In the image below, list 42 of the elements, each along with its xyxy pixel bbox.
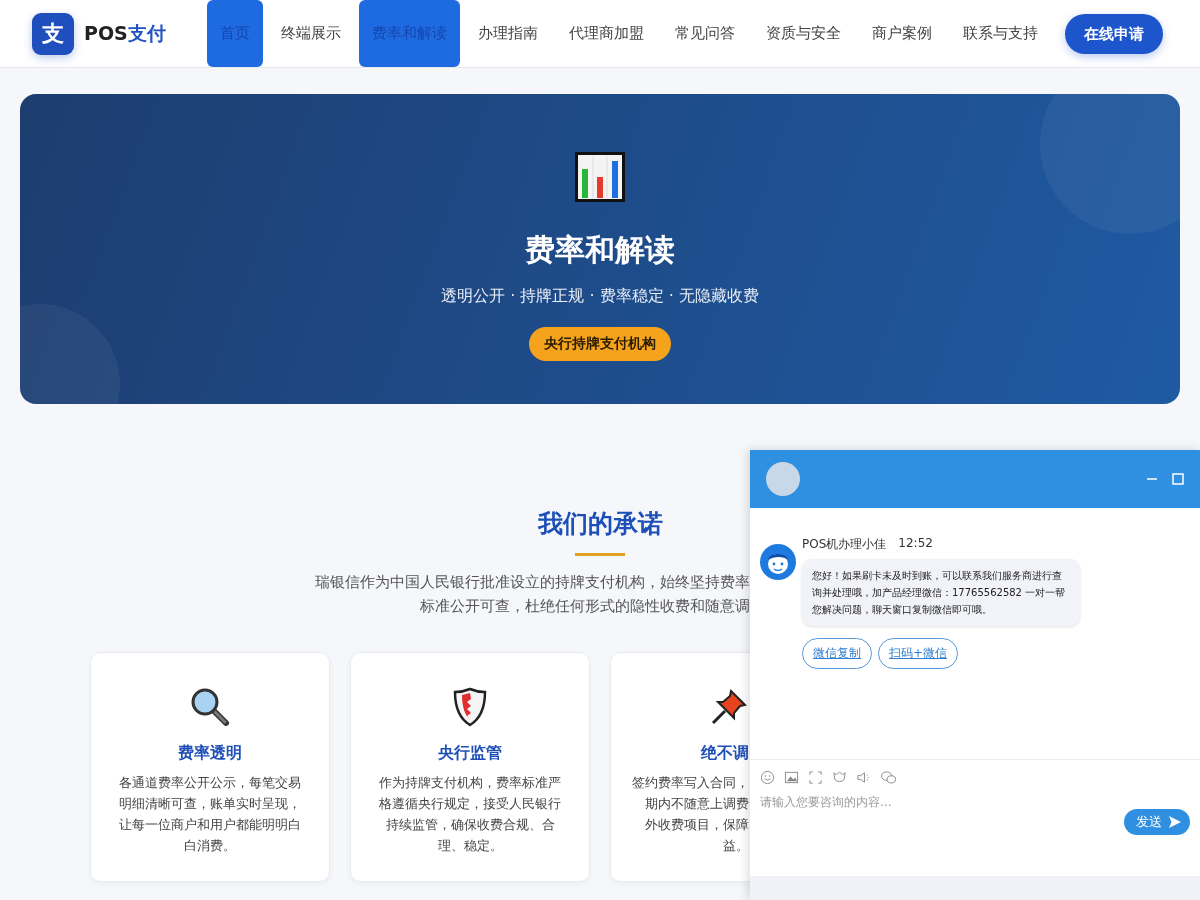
bar-chart-icon xyxy=(575,152,625,202)
magnifier-icon xyxy=(190,687,230,727)
nav-link[interactable]: 商户案例 xyxy=(859,0,945,67)
card-text: 签约费率写入合同， xyxy=(632,774,749,792)
apply-button[interactable]: 在线申请 xyxy=(1065,14,1163,54)
rating-icon[interactable] xyxy=(832,770,847,785)
image-icon[interactable] xyxy=(784,770,799,785)
screenshot-icon[interactable] xyxy=(808,770,823,785)
agent-avatar-icon xyxy=(760,544,796,580)
intro-text: 标准公开可查，杜绝任何形式的隐性收费和随意调 xyxy=(419,597,750,616)
license-badge: 央行持牌支付机构 xyxy=(529,327,671,361)
shield-icon xyxy=(453,687,487,727)
card-title: 绝不调 xyxy=(701,743,749,764)
nav-link[interactable]: 终端展示 xyxy=(268,0,354,67)
speaker-icon[interactable] xyxy=(856,770,871,785)
avatar-icon xyxy=(766,462,800,496)
card-text: 外收费项目，保障 xyxy=(645,816,749,834)
nav-link[interactable]: 办理指南 xyxy=(465,0,551,67)
card-text: 各通道费率公开公示，每笔交易明细清晰可查，账单实时呈现，让每一位商户和用户都能明明白白消费。 xyxy=(118,774,302,855)
card-title: 央行监管 xyxy=(438,743,502,764)
hero-title: 费率和解读 xyxy=(525,232,675,268)
emoji-icon[interactable] xyxy=(760,770,775,785)
pushpin-icon xyxy=(709,687,749,727)
hero-subtitle: 透明公开 · 持牌正规 · 费率稳定 · 无隐藏收费 xyxy=(441,286,759,307)
logo-text[interactable]: POS支付 xyxy=(84,20,166,47)
section-title: 我们的承诺 xyxy=(537,508,663,540)
intro-text: 瑞银信作为中国人民银行批准设立的持牌支付机构，始终坚持费率 xyxy=(314,573,750,592)
card-text: 期内不随意上调费 xyxy=(645,795,749,813)
card-text: 作为持牌支付机构，费率标准严格遵循央行规定，接受人民银行持续监管，确保收费合规、合理、稳定。 xyxy=(378,774,562,855)
nav-link[interactable]: 资质与安全 xyxy=(753,0,854,67)
message-time: 12:52 xyxy=(898,536,933,552)
message-bubble: 您好！如果刷卡未及时到账，可以联系我们服务商进行查询并处理哦，加产品经理微信：17765562582 一对一帮您解决问题，聊天窗口复制微信即可哦。 xyxy=(802,559,1080,626)
send-icon xyxy=(1168,815,1182,829)
nav-link[interactable]: 联系与支持 xyxy=(950,0,1051,67)
card-title: 费率透明 xyxy=(178,743,242,764)
agent-name: POS机办理小佳 xyxy=(802,536,887,553)
logo-icon[interactable]: 支 xyxy=(32,12,74,55)
card-text: 益。 xyxy=(723,837,749,855)
maximize-icon[interactable] xyxy=(1172,473,1184,485)
nav-link[interactable]: 常见问答 xyxy=(662,0,748,67)
nav-link[interactable]: 代理商加盟 xyxy=(556,0,657,67)
wechat-icon[interactable] xyxy=(880,770,897,785)
